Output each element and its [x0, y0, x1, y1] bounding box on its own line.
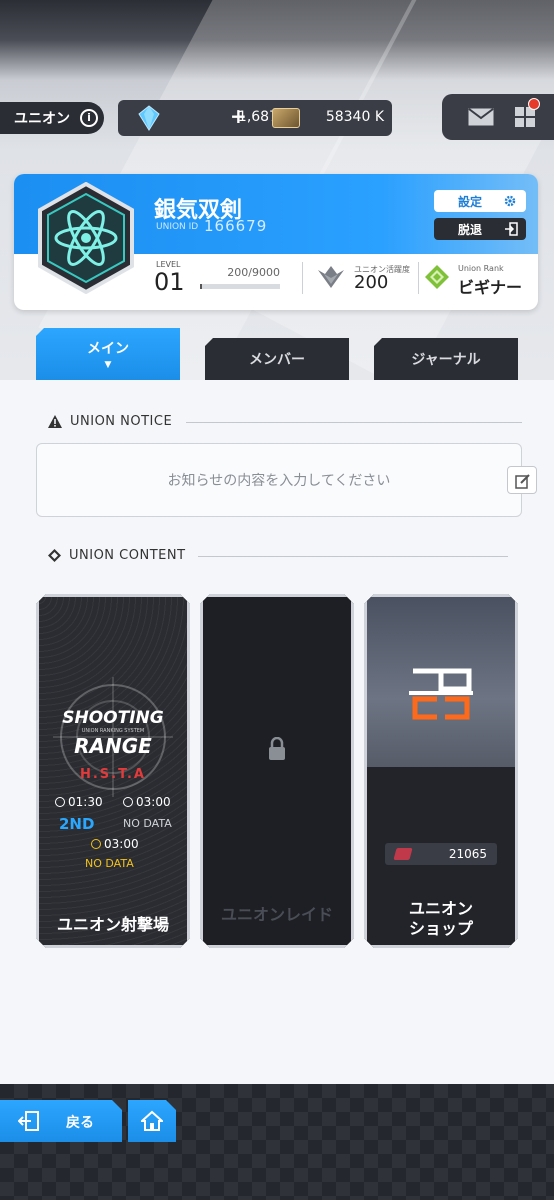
union-raid-label: ユニオンレイド [220, 905, 333, 924]
union-info-card: 銀気双剣 UNION ID 166679 設定 脱退 LEVEL 01 200/… [14, 174, 538, 310]
utility-box [442, 94, 554, 140]
activity-icon [318, 266, 344, 288]
rank-value: ビギナー [458, 278, 523, 297]
notice-input[interactable]: お知らせの内容を入力してください [36, 443, 522, 517]
clock-icon [91, 839, 101, 849]
union-title-pill: ユニオン i [0, 102, 104, 134]
timer-3: 03:00 [91, 837, 139, 851]
gear-icon [504, 195, 516, 207]
content-heading: UNION CONTENT [48, 548, 186, 563]
gem-plus-button[interactable]: + [230, 104, 247, 128]
edit-notice-button[interactable] [507, 466, 537, 494]
level-value: 01 [154, 268, 185, 296]
shooting-code: H.S.T.A [79, 767, 146, 782]
clock-icon [123, 797, 133, 807]
credit-icon [272, 108, 300, 128]
mail-icon[interactable] [468, 108, 494, 126]
notification-dot [528, 98, 540, 110]
back-button[interactable]: 戻る [0, 1100, 122, 1142]
shooting-title-1: SHOOTING [62, 708, 164, 728]
union-shop-tile[interactable]: 21065 ユニオン ショップ [364, 594, 518, 948]
activity-value: 200 [354, 272, 389, 293]
tile-background: 21065 ユニオン ショップ [367, 597, 515, 945]
tab-journal[interactable]: ジャーナル [374, 338, 518, 380]
shooting-rank-status: NO DATA [123, 817, 172, 830]
union-raid-tile[interactable]: ユニオンレイド [200, 594, 354, 948]
divider [418, 262, 419, 294]
notice-heading: UNION NOTICE [48, 414, 172, 429]
tab-main[interactable]: メイン ▼ [36, 328, 180, 380]
timer-1: 01:30 [55, 795, 103, 809]
leave-label: 脱退 [458, 222, 483, 237]
currency-bar: 1,687 + 58340 K [118, 100, 392, 136]
tile-background: ユニオンレイド [203, 597, 351, 945]
gem-icon [138, 105, 160, 131]
settings-button[interactable]: 設定 [434, 190, 526, 212]
home-icon [141, 1110, 163, 1131]
tab-members-label: メンバー [249, 352, 305, 368]
shop-currency-count: 21065 [448, 847, 487, 861]
shooting-title-2: RANGE [74, 734, 152, 758]
notice-placeholder: お知らせの内容を入力してください [167, 473, 391, 489]
union-emblem-icon [38, 182, 134, 294]
divider [186, 422, 522, 423]
union-id: 166679 [204, 217, 268, 235]
shooting-rank: 2ND [59, 815, 95, 833]
back-label: 戻る [66, 1115, 94, 1131]
rank-icon [425, 265, 449, 289]
union-id-label: UNION ID [156, 222, 199, 232]
shooting-status: NO DATA [85, 857, 134, 870]
union-shop-label-line1: ユニオン [408, 899, 473, 918]
divider [198, 556, 508, 557]
tile-background: SHOOTING UNION RANKING SYSTEM RANGE H.S.… [39, 597, 187, 945]
top-bar: ユニオン i 1,687 + 58340 K [0, 94, 554, 140]
exit-icon [505, 222, 518, 236]
diamond-icon [48, 549, 61, 562]
shooting-range-tile[interactable]: SHOOTING UNION RANKING SYSTEM RANGE H.S.… [36, 594, 190, 948]
shop-currency: 21065 [385, 843, 497, 865]
union-coin-icon [393, 848, 413, 860]
edit-icon [515, 474, 530, 489]
warning-icon [48, 415, 62, 428]
timer-3-value: 03:00 [104, 837, 139, 851]
timer-1-value: 01:30 [68, 795, 103, 809]
info-icon[interactable]: i [80, 109, 98, 127]
tab-journal-label: ジャーナル [411, 352, 481, 368]
timer-2-value: 03:00 [136, 795, 171, 809]
leave-button[interactable]: 脱退 [434, 218, 526, 240]
union-shop-label: ユニオン ショップ [367, 899, 515, 939]
content-heading-text: UNION CONTENT [69, 548, 186, 563]
tab-main-label: メイン [87, 341, 129, 357]
credit-count: 58340 K [325, 109, 384, 125]
main-panel: UNION NOTICE お知らせの内容を入力してください UNION CONT… [0, 380, 554, 1084]
timer-2: 03:00 [123, 795, 171, 809]
clock-icon [55, 797, 65, 807]
tab-members[interactable]: メンバー [205, 338, 349, 380]
home-button[interactable] [128, 1100, 176, 1142]
settings-label: 設定 [458, 194, 483, 209]
divider [302, 262, 303, 294]
rank-label: Union Rank [458, 264, 504, 273]
exp-text: 200/9000 [227, 266, 280, 279]
notice-heading-text: UNION NOTICE [70, 414, 173, 429]
page-title: ユニオン [14, 111, 70, 127]
union-shop-label-line2: ショップ [408, 919, 473, 938]
back-icon [18, 1111, 39, 1131]
shop-logo-icon [409, 668, 473, 720]
shooting-range-label: ユニオン射撃場 [56, 915, 169, 934]
caret-down-icon: ▼ [104, 360, 112, 370]
exp-progress-fill [200, 284, 202, 289]
lock-icon [269, 737, 285, 760]
exp-progress-bar [200, 284, 280, 289]
